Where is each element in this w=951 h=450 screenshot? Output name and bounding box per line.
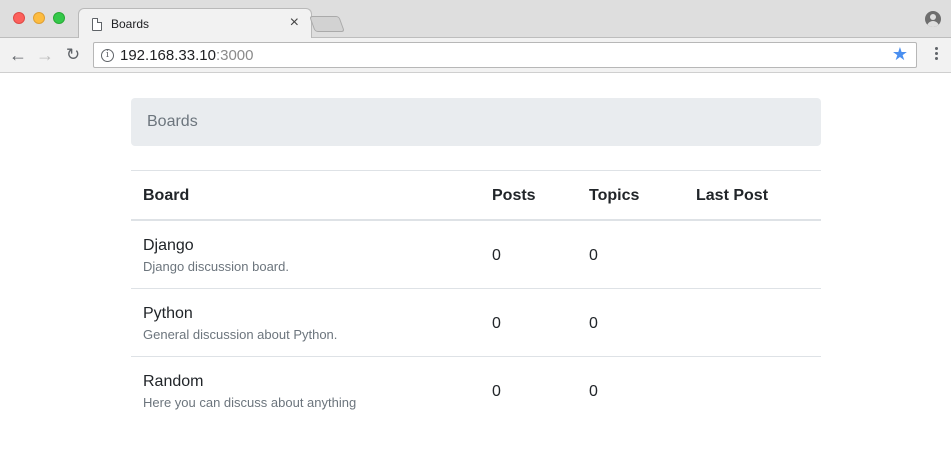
header-topics: Topics bbox=[589, 187, 640, 204]
star-icon[interactable]: ★ bbox=[892, 44, 908, 65]
board-description: Here you can discuss about anything bbox=[143, 395, 357, 410]
address-url[interactable]: 192.168.33.10:3000 bbox=[120, 47, 253, 64]
browser-tab[interactable]: Boards × bbox=[78, 8, 312, 39]
back-arrow-icon[interactable]: ← bbox=[8, 45, 28, 65]
board-name-link[interactable]: Django bbox=[143, 237, 194, 255]
info-icon[interactable]: i bbox=[101, 49, 114, 62]
board-name-link[interactable]: Python bbox=[143, 305, 193, 323]
breadcrumb-item-boards: Boards bbox=[147, 113, 198, 130]
topics-count: 0 bbox=[589, 383, 598, 400]
table-header: Board Posts Topics Last Post bbox=[131, 171, 821, 221]
header-posts: Posts bbox=[492, 187, 536, 204]
board-name-link[interactable]: Random bbox=[143, 373, 203, 391]
topics-count: 0 bbox=[589, 247, 598, 264]
posts-count: 0 bbox=[492, 383, 501, 400]
window-maximize-button[interactable] bbox=[53, 12, 65, 24]
table-row: Python General discussion about Python. … bbox=[131, 289, 821, 357]
address-bar[interactable]: i 192.168.33.10:3000 ★ bbox=[93, 42, 917, 68]
browser-toolbar: ← → ↻ i 192.168.33.10:3000 ★ bbox=[0, 38, 951, 73]
window-close-button[interactable] bbox=[13, 12, 25, 24]
forward-arrow-icon[interactable]: → bbox=[35, 45, 55, 65]
posts-count: 0 bbox=[492, 315, 501, 332]
boards-table: Board Posts Topics Last Post Django Djan… bbox=[131, 170, 821, 425]
board-description: Django discussion board. bbox=[143, 259, 289, 274]
breadcrumb: Boards bbox=[131, 98, 821, 146]
topics-count: 0 bbox=[589, 315, 598, 332]
window-minimize-button[interactable] bbox=[33, 12, 45, 24]
table-row: Django Django discussion board. 0 0 bbox=[131, 221, 821, 289]
url-port: :3000 bbox=[215, 47, 254, 64]
url-host: 192.168.33.10 bbox=[120, 47, 216, 64]
reload-icon[interactable]: ↻ bbox=[63, 45, 83, 65]
board-description: General discussion about Python. bbox=[143, 327, 338, 342]
tab-close-icon[interactable]: × bbox=[290, 14, 299, 32]
menu-icon[interactable] bbox=[935, 47, 939, 62]
browser-tab-strip: Boards × bbox=[0, 0, 951, 39]
page-icon bbox=[92, 18, 102, 31]
table-row: Random Here you can discuss about anythi… bbox=[131, 357, 821, 425]
header-last-post: Last Post bbox=[696, 187, 769, 204]
tab-title: Boards bbox=[111, 17, 150, 31]
header-board: Board bbox=[143, 187, 190, 204]
posts-count: 0 bbox=[492, 247, 501, 264]
profile-icon[interactable] bbox=[925, 11, 941, 27]
new-tab-button[interactable] bbox=[309, 16, 345, 32]
